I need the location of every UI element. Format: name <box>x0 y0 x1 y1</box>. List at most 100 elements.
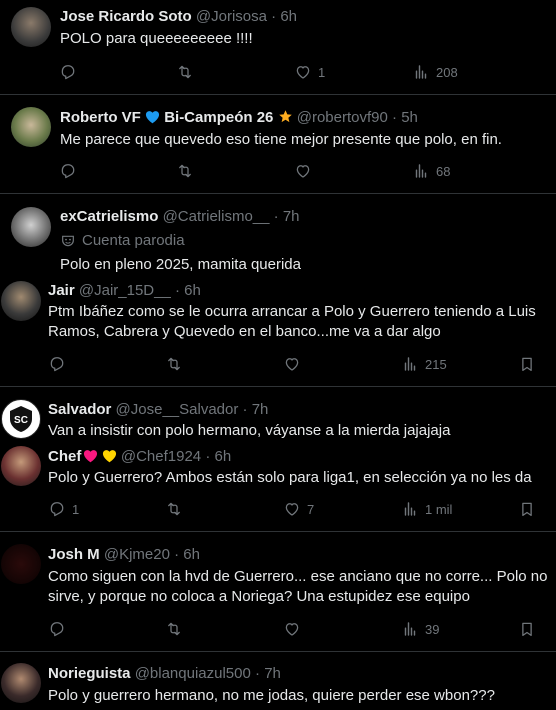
author-handle[interactable]: @robertovf90 <box>297 109 388 126</box>
author-handle[interactable]: @Jair_15D__ <box>79 282 171 299</box>
avatar[interactable] <box>1 544 41 584</box>
author-name[interactable]: Salvador <box>48 401 111 418</box>
author-handle[interactable]: @Chef1924 <box>121 448 201 465</box>
views-icon <box>404 357 416 371</box>
red-heart-icon <box>83 450 97 463</box>
retweet-button[interactable] <box>165 620 189 638</box>
views-icon <box>415 65 427 79</box>
views-icon <box>415 164 427 178</box>
svg-text:SC: SC <box>14 415 28 426</box>
author-name[interactable]: Jose Ricardo Soto <box>60 8 192 25</box>
avatar[interactable] <box>1 663 41 703</box>
like-icon <box>296 165 310 178</box>
avatar[interactable] <box>11 7 51 47</box>
divider <box>0 193 556 194</box>
author-name[interactable]: exCatrielismo <box>60 208 158 225</box>
like-button[interactable] <box>283 620 307 638</box>
author-handle[interactable]: @Kjme20 <box>104 546 170 563</box>
bookmark-button[interactable] <box>518 500 536 518</box>
reply-button[interactable] <box>59 162 83 180</box>
tweet-header: Josh M @Kjme20 · 6h <box>48 546 200 563</box>
timestamp[interactable]: 7h <box>252 401 269 418</box>
bookmark-icon <box>522 502 532 517</box>
like-icon <box>285 358 299 371</box>
retweet-icon <box>168 622 180 636</box>
divider <box>0 386 556 387</box>
tweet-text: Me parece que quevedo eso tiene mejor pr… <box>60 131 502 148</box>
like-button[interactable] <box>294 162 318 180</box>
blue-heart-icon <box>145 111 160 124</box>
divider <box>0 531 556 532</box>
timestamp[interactable]: 6h <box>280 8 297 25</box>
tweet-text: Como siguen con la hvd de Guerrero... es… <box>48 568 548 605</box>
author-name[interactable]: Jair <box>48 282 75 299</box>
views-button[interactable]: 208 <box>412 63 458 81</box>
retweet-icon <box>179 65 191 79</box>
bookmark-icon <box>522 622 532 637</box>
tweet-header: Jose Ricardo Soto @Jorisosa · 6h <box>60 8 297 25</box>
reply-icon <box>61 164 75 179</box>
tweet-text: Polo y Guerrero? Ambos están solo para l… <box>48 469 532 486</box>
timestamp[interactable]: 6h <box>184 282 201 299</box>
like-button[interactable]: 7 <box>283 500 314 518</box>
tweet-header: Jair @Jair_15D__ · 6h <box>48 282 201 299</box>
author-handle[interactable]: @Jose__Salvador <box>116 401 239 418</box>
avatar[interactable] <box>1 281 41 321</box>
author-name[interactable]: Norieguista <box>48 665 131 682</box>
retweet-button[interactable] <box>165 500 189 518</box>
views-icon <box>404 502 416 516</box>
bookmark-button[interactable] <box>518 355 536 373</box>
views-button[interactable]: 68 <box>412 162 450 180</box>
tweet-text: Ptm Ibáñez como se le ocurra arrancar a … <box>48 303 536 340</box>
author-name-suffix: Bi-Campeón 26 <box>164 109 274 126</box>
reply-button[interactable] <box>59 63 83 81</box>
retweet-icon <box>168 502 180 516</box>
retweet-button[interactable] <box>165 355 189 373</box>
author-handle[interactable]: @Catrielismo__ <box>163 208 270 225</box>
reply-button[interactable] <box>48 355 72 373</box>
timestamp[interactable]: 7h <box>283 208 300 225</box>
reply-icon <box>61 65 75 80</box>
reply-button[interactable] <box>48 620 72 638</box>
avatar[interactable]: SC <box>1 399 41 439</box>
views-button[interactable]: 39 <box>401 620 439 638</box>
author-name[interactable]: Chef <box>48 448 81 465</box>
avatar[interactable] <box>11 107 51 147</box>
author-name[interactable]: Roberto VF <box>60 109 141 126</box>
club-crest-icon: SC <box>10 406 32 432</box>
like-icon <box>296 66 310 79</box>
author-handle[interactable]: @blanquiazul500 <box>135 665 251 682</box>
views-icon <box>404 622 416 636</box>
reply-icon <box>50 357 64 372</box>
reply-button[interactable]: 1 <box>48 500 79 518</box>
divider <box>0 94 556 95</box>
avatar[interactable] <box>11 207 51 247</box>
bookmark-icon <box>522 357 532 372</box>
tweet-text: Van a insistir con polo hermano, váyanse… <box>48 422 451 439</box>
timestamp[interactable]: 5h <box>401 109 418 126</box>
retweet-button[interactable] <box>176 162 200 180</box>
timestamp[interactable]: 7h <box>264 665 281 682</box>
tweet-header: Chef @Chef1924 · 6h <box>48 448 232 465</box>
views-button[interactable]: 215 <box>401 355 447 373</box>
author-name[interactable]: Josh M <box>48 546 100 563</box>
tweet-header: Roberto VF Bi-Campeón 26 @robertovf90 · … <box>60 109 418 126</box>
tweet-header: exCatrielismo @Catrielismo__ · 7h <box>60 208 300 225</box>
timestamp[interactable]: 6h <box>183 546 200 563</box>
like-icon <box>285 623 299 636</box>
parody-badge: Cuenta parodia <box>60 232 185 249</box>
tweet-text: Polo y guerrero hermano, no me jodas, qu… <box>48 687 495 704</box>
yellow-heart-icon <box>102 450 116 463</box>
tweet-header: Norieguista @blanquiazul500 · 7h <box>48 665 281 682</box>
bookmark-button[interactable] <box>518 620 536 638</box>
views-button[interactable]: 1 mil <box>401 500 452 518</box>
author-handle[interactable]: @Jorisosa <box>196 8 267 25</box>
tweet-header: Salvador @Jose__Salvador · 7h <box>48 401 269 418</box>
star-icon <box>278 110 292 123</box>
parody-mask-icon <box>62 235 74 246</box>
like-button[interactable]: 1 <box>294 63 325 81</box>
retweet-button[interactable] <box>176 63 200 81</box>
avatar[interactable] <box>1 446 41 486</box>
like-button[interactable] <box>283 355 307 373</box>
timestamp[interactable]: 6h <box>214 448 231 465</box>
